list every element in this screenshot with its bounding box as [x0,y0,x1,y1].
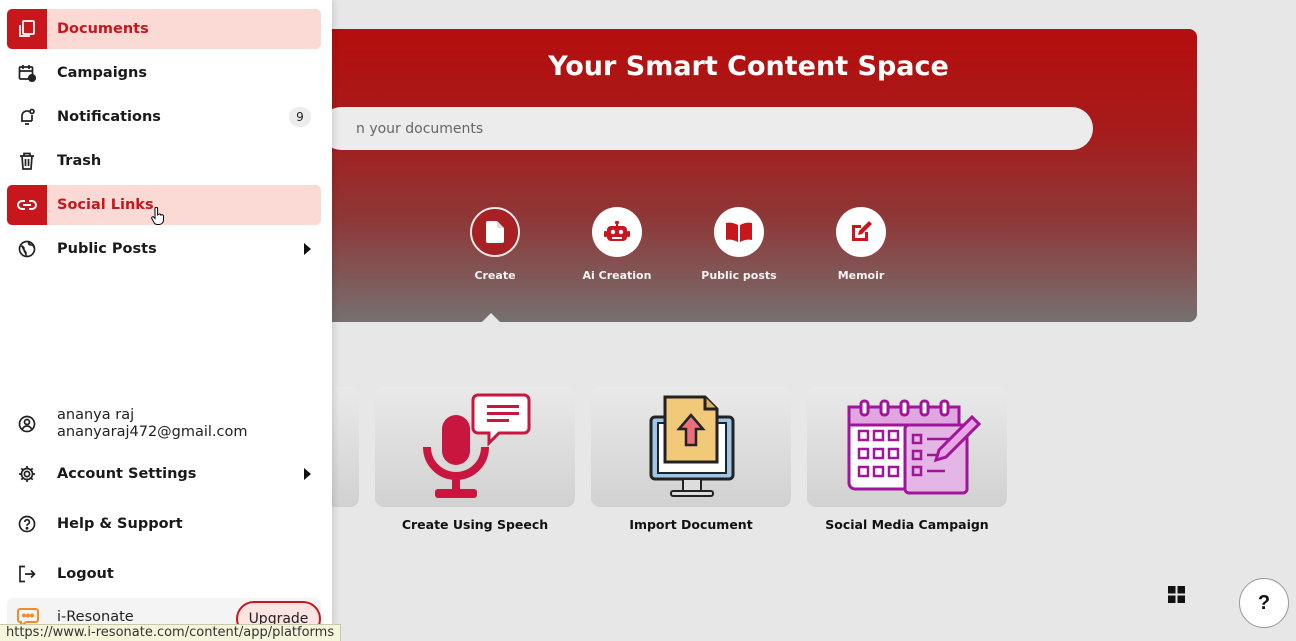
social-media-campaign-card[interactable] [807,387,1007,507]
status-bar-url: https://www.i-resonate.com/content/app/p… [0,624,342,641]
ai-creation-action[interactable]: Ai Creation [572,207,662,282]
card-label: Create Using Speech [401,517,549,532]
bell-icon [7,97,47,137]
calendar-clock-icon [7,53,47,93]
logout-icon [7,554,47,594]
sidebar-item-account-settings[interactable]: Account Settings [7,454,321,494]
import-document-icon [649,395,735,497]
search-input[interactable] [320,107,1093,150]
help-circle-icon [7,504,47,544]
file-icon [470,207,520,257]
user-email: ananyaraj472@gmail.com [57,424,248,440]
sidebar-item-campaigns[interactable]: Campaigns [7,53,321,93]
sidebar-item-notifications[interactable]: Notifications 9 [7,97,321,137]
link-icon [7,185,47,225]
sidebar: Documents Campaigns Notifications 9 Tras… [0,0,332,641]
book-icon [714,207,764,257]
grid-view-icon[interactable] [1168,586,1185,608]
hero-title: Your Smart Content Space [548,51,949,82]
cursor-hand-icon [151,206,165,230]
active-pointer [482,313,500,322]
sidebar-item-public-posts[interactable]: Public Posts [7,229,321,269]
help-button[interactable]: ? [1239,578,1289,628]
documents-icon [7,9,47,49]
sidebar-item-documents[interactable]: Documents [7,9,321,49]
user-circle-icon [7,404,47,444]
create-action[interactable]: Create [450,207,540,282]
user-name: ananya raj [57,407,135,423]
sidebar-item-trash[interactable]: Trash [7,141,321,181]
memoir-action[interactable]: Memoir [816,207,906,282]
sidebar-item-logout[interactable]: Logout [7,554,321,594]
sidebar-item-social-links[interactable]: Social Links [7,185,321,225]
edit-icon [836,207,886,257]
robot-icon [592,207,642,257]
sidebar-item-help-support[interactable]: Help & Support [7,504,321,544]
gear-icon [7,454,47,494]
campaign-calendar-icon [847,399,982,495]
import-document-card[interactable] [591,387,791,507]
user-profile[interactable]: ananya raj ananyaraj472@gmail.com [7,403,321,445]
notification-count-badge: 9 [289,107,311,127]
public-posts-action[interactable]: Public posts [694,207,784,282]
create-using-speech-card[interactable] [375,387,575,507]
promo-app-name: i-Resonate [57,609,134,625]
microphone-speech-icon [423,393,531,498]
card-label: Social Media Campaign [825,517,989,532]
hero-banner: Your Smart Content Space Create Ai Creat… [300,29,1197,322]
globe-icon [7,229,47,269]
trash-icon [7,141,47,181]
card-label: Import Document [629,517,753,532]
expand-arrow-icon [304,243,311,255]
expand-arrow-icon [304,468,311,480]
